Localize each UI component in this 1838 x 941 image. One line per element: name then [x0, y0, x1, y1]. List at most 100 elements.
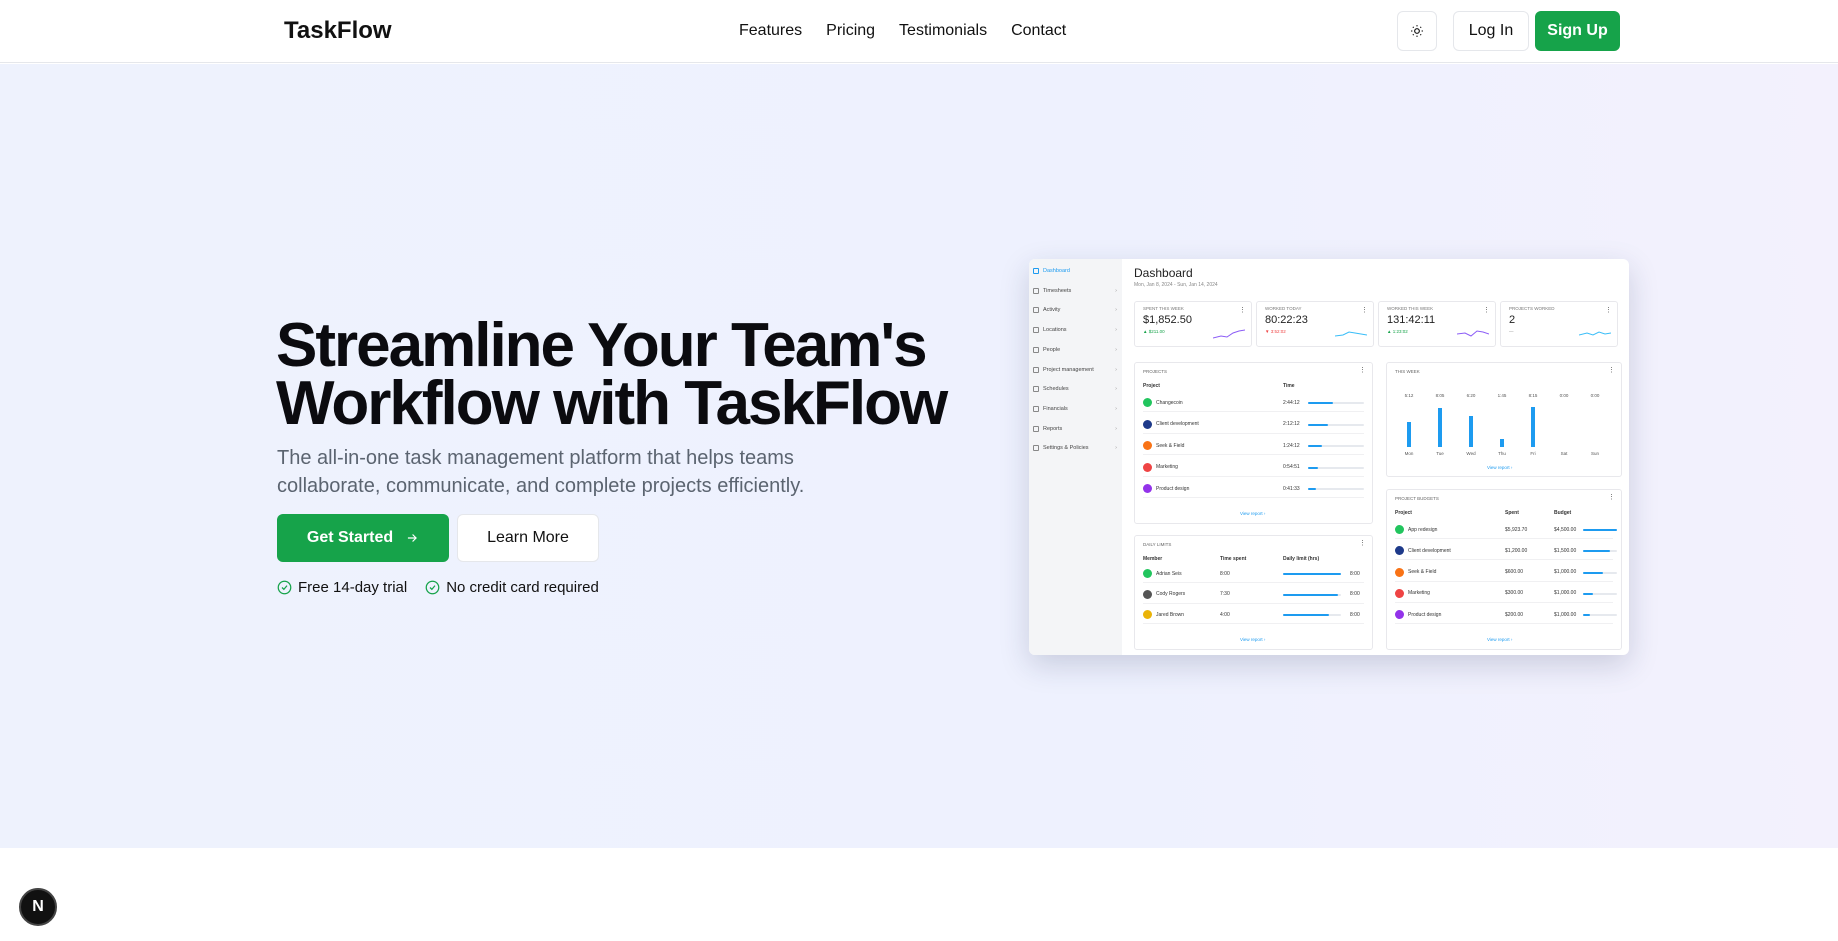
login-button[interactable]: Log In	[1453, 11, 1529, 51]
budgets-header-project: Project	[1395, 510, 1412, 516]
view-report-link[interactable]: View report ›	[1240, 511, 1265, 516]
table-row[interactable]: Marketing 0:54:51	[1143, 459, 1364, 477]
bar-value-label: 5:12	[1404, 393, 1414, 398]
view-report-link[interactable]: View report ›	[1487, 637, 1512, 642]
theme-toggle-button[interactable]	[1397, 11, 1437, 51]
budgets-header-budget: Budget	[1554, 510, 1572, 516]
table-row[interactable]: Seek & Field $600.00 $1,000.00	[1395, 564, 1617, 582]
project-name: Seek & Field	[1408, 569, 1437, 576]
bar-mark	[1438, 407, 1442, 447]
preview-sidebar-label: Reports	[1043, 425, 1063, 432]
nav-icon	[1033, 346, 1039, 353]
top-navbar: TaskFlow Features Pricing Testimonials C…	[0, 0, 1838, 63]
more-icon[interactable]: ⋮	[1483, 306, 1490, 314]
hero-perks: Free 14-day trial No credit card require…	[277, 579, 599, 596]
nav-link-pricing[interactable]: Pricing	[826, 22, 875, 40]
preview-sidebar: Dashboard Timesheets › Activity › Locations › P…	[1029, 259, 1122, 655]
dev-tools-badge[interactable]: N	[19, 888, 57, 926]
preview-sidebar-label: Activity	[1043, 307, 1061, 314]
progress-bar	[1308, 423, 1364, 426]
bar-value-label: 1:45	[1497, 393, 1507, 398]
brand-logo[interactable]: TaskFlow	[284, 17, 392, 45]
preview-sidebar-item[interactable]: People ›	[1033, 344, 1119, 356]
table-row[interactable]: Marketing $300.00 $1,000.00	[1395, 585, 1617, 603]
daily-limit: 8:00	[1350, 570, 1360, 577]
project-time: 1:24:12	[1283, 442, 1300, 449]
stat-label: Worked this week	[1387, 306, 1434, 311]
avatar	[1143, 610, 1152, 619]
preview-sidebar-item[interactable]: Settings & Policies ›	[1033, 442, 1119, 454]
limits-header-member: Member	[1143, 556, 1163, 562]
progress-fill	[1283, 593, 1338, 596]
preview-sidebar-item[interactable]: Project management ›	[1033, 364, 1119, 376]
bar-value-label: 8:05	[1435, 393, 1445, 398]
day-label: Sat	[1560, 451, 1568, 456]
project-name: Changecoin	[1156, 399, 1183, 406]
progress-fill	[1583, 529, 1617, 531]
more-icon[interactable]: ⋮	[1608, 366, 1615, 374]
avatar	[1395, 525, 1404, 534]
more-icon[interactable]: ⋮	[1605, 306, 1612, 314]
bar-value-label: 8:15	[1528, 393, 1538, 398]
stat-value: 80:22:23	[1265, 314, 1308, 326]
this-week-panel: This week ⋮ View report › 5:12 Mon 8:05 Tue…	[1386, 362, 1622, 477]
signup-button[interactable]: Sign Up	[1535, 11, 1620, 51]
preview-sidebar-item[interactable]: Dashboard	[1033, 265, 1119, 277]
table-row[interactable]: Client development 2:12:12	[1143, 416, 1364, 434]
project-budgets-panel: Project budgets ⋮ Project Spent Budget V…	[1386, 489, 1622, 650]
table-row[interactable]: Product design 0:41:33	[1143, 480, 1364, 498]
stat-label: Spent this week	[1143, 306, 1184, 311]
nav-links: Features Pricing Testimonials Contact	[739, 22, 1066, 40]
nav-link-contact[interactable]: Contact	[1011, 22, 1066, 40]
perk-label: Free 14-day trial	[298, 579, 408, 596]
preview-sidebar-item[interactable]: Activity ›	[1033, 304, 1119, 316]
table-row[interactable]: Product design $200.00 $1,000.00	[1395, 606, 1617, 625]
nav-link-testimonials[interactable]: Testimonials	[899, 22, 987, 40]
progress-fill	[1583, 614, 1590, 617]
avatar	[1395, 588, 1404, 598]
project-spent: $600.00	[1505, 569, 1524, 576]
view-report-link[interactable]: View report ›	[1240, 637, 1265, 642]
nav-icon	[1033, 425, 1039, 432]
hero-title-line-1: Streamline Your Team's	[276, 311, 928, 380]
sparkline-chart	[1213, 329, 1245, 339]
preview-sidebar-item[interactable]: Reports ›	[1033, 423, 1119, 435]
more-icon[interactable]: ⋮	[1239, 306, 1246, 314]
daily-limit: 8:00	[1350, 611, 1360, 618]
chevron-right-icon: ›	[1115, 425, 1117, 432]
nav-link-features[interactable]: Features	[739, 22, 802, 40]
preview-sidebar-item[interactable]: Schedules ›	[1033, 383, 1119, 395]
get-started-button[interactable]: Get Started	[277, 514, 449, 562]
table-row[interactable]: Jared Brown 4:00 8:00	[1143, 606, 1364, 624]
preview-sidebar-item[interactable]: Timesheets ›	[1033, 285, 1119, 297]
table-row[interactable]: Changecoin 2:44:12	[1143, 394, 1364, 412]
stat-card: Worked today 80:22:23 ▼ 3:52:02 ⋮	[1256, 301, 1374, 347]
table-row[interactable]: Cody Rogers 7:30 8:00	[1143, 586, 1364, 604]
progress-fill	[1308, 488, 1316, 490]
preview-sidebar-item[interactable]: Financials ›	[1033, 403, 1119, 415]
table-row[interactable]: App redesign $5,923.70 $4,500.00	[1395, 521, 1617, 539]
nav-icon	[1033, 307, 1039, 314]
time-spent: 7:30	[1220, 591, 1230, 597]
more-icon[interactable]: ⋮	[1361, 306, 1368, 314]
arrow-right-icon	[408, 534, 418, 542]
table-row[interactable]: Seek & Field 1:24:12	[1143, 437, 1364, 455]
preview-sidebar-label: Schedules	[1043, 386, 1069, 393]
chevron-right-icon: ›	[1115, 287, 1117, 294]
more-icon[interactable]: ⋮	[1359, 539, 1366, 547]
progress-bar	[1583, 592, 1617, 595]
bar-value-label: 0:00	[1559, 393, 1569, 398]
preview-sidebar-item[interactable]: Locations ›	[1033, 324, 1119, 336]
table-row[interactable]: Client development $1,200.00 $1,500.00	[1395, 542, 1617, 561]
table-row[interactable]: Adrian Seis 8:00 8:00	[1143, 565, 1364, 583]
more-icon[interactable]: ⋮	[1359, 366, 1366, 374]
nav-icon	[1033, 405, 1039, 412]
project-budget: $1,000.00	[1554, 569, 1577, 576]
view-report-link[interactable]: View report ›	[1487, 465, 1512, 470]
progress-bar	[1583, 571, 1617, 574]
learn-more-button[interactable]: Learn More	[457, 514, 599, 562]
preview-sidebar-label: Timesheets	[1043, 287, 1072, 294]
more-icon[interactable]: ⋮	[1608, 493, 1615, 501]
project-spent: $5,923.70	[1505, 526, 1528, 533]
stat-label: Projects worked	[1509, 306, 1555, 311]
